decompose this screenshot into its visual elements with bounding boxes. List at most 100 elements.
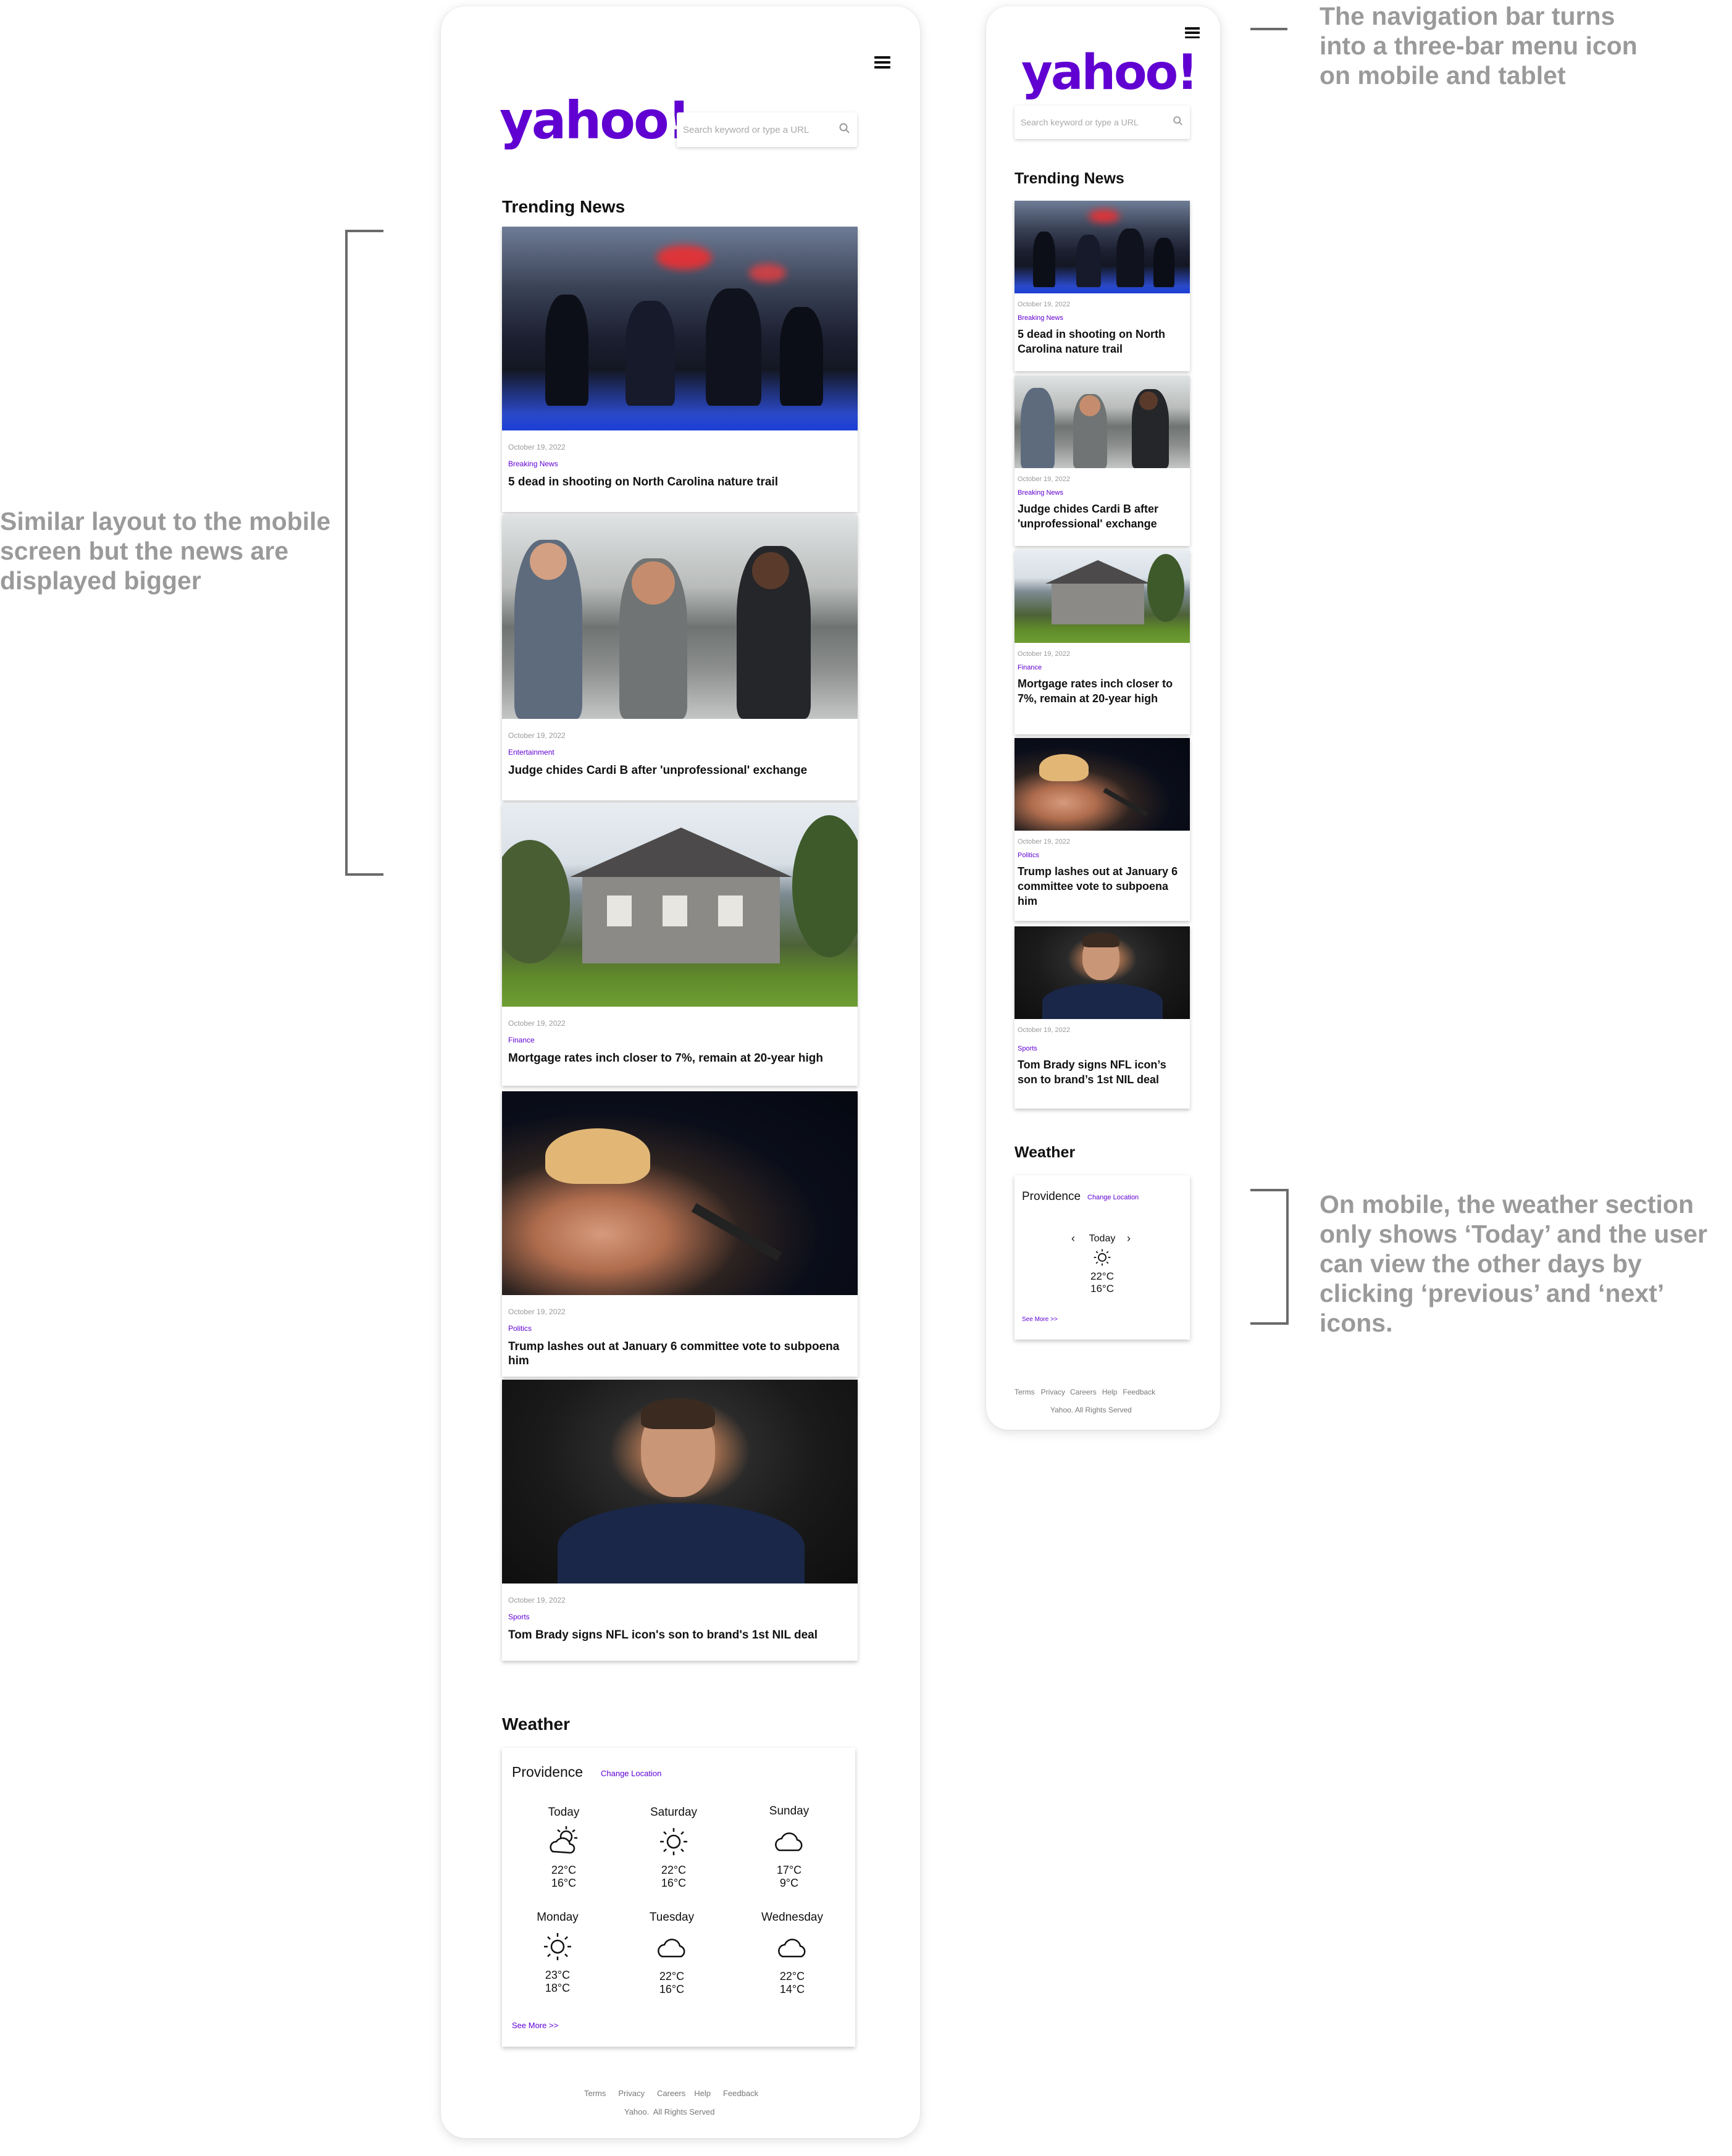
annotation-bracket-left xyxy=(345,230,383,876)
weather-day-wednesday: Wednesday 22°C 14°C xyxy=(749,1911,835,1996)
change-location-link[interactable]: Change Location xyxy=(601,1769,661,1778)
temp-low: 9°C xyxy=(779,1877,799,1889)
article-date: October 19, 2022 xyxy=(508,731,566,740)
chevron-left-icon[interactable]: ‹ xyxy=(1071,1232,1075,1245)
footer-link-terms[interactable]: Terms xyxy=(584,2089,606,2098)
article-headline[interactable]: Tom Brady signs NFL icon's son to brand'… xyxy=(508,1628,851,1642)
day-name: Sunday xyxy=(769,1805,810,1818)
news-card[interactable]: October 19, 2022 Finance Mortgage rates … xyxy=(1015,550,1190,734)
news-card[interactable]: October 19, 2022 Politics Trump lashes o… xyxy=(502,1091,858,1377)
temp-low: 14°C xyxy=(779,1983,805,1995)
article-headline[interactable]: Mortgage rates inch closer to 7%, remain… xyxy=(1018,676,1187,706)
temp-high: 22°C xyxy=(551,1864,577,1876)
article-headline[interactable]: 5 dead in shooting on North Carolina nat… xyxy=(508,475,851,489)
article-category[interactable]: Entertainment xyxy=(508,748,858,757)
news-image xyxy=(502,1091,858,1295)
footer-links: Terms Privacy Careers Help Feedback xyxy=(584,2089,758,2098)
article-headline[interactable]: Trump lashes out at January 6 committee … xyxy=(508,1340,851,1368)
article-category[interactable]: Sports xyxy=(1018,1045,1190,1052)
weather-city: Providence xyxy=(1022,1190,1081,1203)
hamburger-menu-icon[interactable] xyxy=(874,56,890,69)
day-name: Wednesday xyxy=(761,1911,823,1924)
cloud-icon xyxy=(775,1832,803,1852)
news-image xyxy=(502,227,858,430)
article-headline[interactable]: Judge chides Cardi B after 'unprofession… xyxy=(1018,501,1187,531)
temp-low: 16°C xyxy=(659,1983,685,1995)
temp-low: 18°C xyxy=(545,1982,571,1994)
article-category[interactable]: Breaking News xyxy=(1018,489,1190,497)
footer-link-help[interactable]: Help xyxy=(694,2089,711,2098)
search-icon[interactable] xyxy=(1173,115,1184,130)
tablet-frame: yahoo! Trending News October 19, 2022 Br… xyxy=(441,6,920,2138)
article-headline[interactable]: Trump lashes out at January 6 committee … xyxy=(1018,864,1187,908)
footer-link-terms[interactable]: Terms xyxy=(1015,1388,1035,1396)
day-name: Today xyxy=(1089,1233,1116,1244)
article-headline[interactable]: Mortgage rates inch closer to 7%, remain… xyxy=(508,1051,851,1065)
article-date: October 19, 2022 xyxy=(1018,476,1071,483)
weather-day-tuesday: Tuesday 22°C 16°C xyxy=(635,1911,709,1996)
footer-link-privacy[interactable]: Privacy xyxy=(1041,1388,1065,1396)
temp-low: 16°C xyxy=(661,1877,687,1889)
search-icon[interactable] xyxy=(839,122,851,138)
news-card[interactable]: October 19, 2022 Politics Trump lashes o… xyxy=(1015,738,1190,921)
article-date: October 19, 2022 xyxy=(1018,650,1071,658)
weather-day-saturday: Saturday 22°C 16°C xyxy=(637,1806,711,1890)
news-card[interactable]: October 19, 2022 Entertainment Judge chi… xyxy=(502,515,858,800)
article-category[interactable]: Politics xyxy=(1018,852,1190,859)
temp-high: 22°C xyxy=(659,1970,685,1982)
article-category[interactable]: Sports xyxy=(508,1613,858,1621)
article-date: October 19, 2022 xyxy=(508,1596,566,1604)
yahoo-logo[interactable]: yahoo! xyxy=(500,93,691,148)
news-card[interactable]: October 19, 2022 Sports Tom Brady signs … xyxy=(1015,926,1190,1109)
sun-icon xyxy=(544,1933,571,1960)
temp-high: 17°C xyxy=(776,1864,802,1876)
hamburger-menu-icon[interactable] xyxy=(1185,27,1200,38)
yahoo-logo[interactable]: yahoo! xyxy=(1021,47,1199,99)
news-card[interactable]: October 19, 2022 Breaking News Judge chi… xyxy=(1015,375,1190,546)
annotation-nav-note: The navigation bar turns into a three-ba… xyxy=(1320,2,1638,90)
article-date: October 19, 2022 xyxy=(508,443,566,451)
footer-link-privacy[interactable]: Privacy xyxy=(618,2089,645,2098)
search-input[interactable] xyxy=(683,124,839,135)
partly-sunny-icon xyxy=(550,1826,577,1854)
weather-card: Providence Change Location ‹ Today 22°C … xyxy=(1015,1175,1190,1340)
footer-link-help[interactable]: Help xyxy=(1102,1388,1118,1396)
article-category[interactable]: Breaking News xyxy=(1018,314,1190,322)
article-date: October 19, 2022 xyxy=(508,1019,566,1028)
weather-title: Weather xyxy=(502,1714,570,1734)
footer-link-careers[interactable]: Careers xyxy=(657,2089,685,2098)
news-card[interactable]: October 19, 2022 Breaking News 5 dead in… xyxy=(1015,201,1190,371)
article-category[interactable]: Politics xyxy=(508,1324,858,1333)
article-category[interactable]: Finance xyxy=(1018,664,1190,671)
see-more-link[interactable]: See More >> xyxy=(1022,1316,1058,1323)
weather-card: Providence Change Location Today 22°C 16… xyxy=(502,1748,855,2047)
news-image xyxy=(502,515,858,719)
footer-link-feedback[interactable]: Feedback xyxy=(1123,1388,1155,1396)
temp-low: 16°C xyxy=(1090,1283,1114,1294)
news-image xyxy=(1015,738,1190,831)
article-headline[interactable]: Tom Brady signs NFL icon’s son to brand’… xyxy=(1018,1057,1187,1087)
temp-low: 16°C xyxy=(551,1877,577,1889)
news-card[interactable]: October 19, 2022 Finance Mortgage rates … xyxy=(502,803,858,1086)
article-category[interactable]: Finance xyxy=(508,1036,858,1044)
annotation-dash-nav xyxy=(1250,28,1287,30)
day-name: Today xyxy=(548,1806,580,1819)
see-more-link[interactable]: See More >> xyxy=(512,2021,558,2030)
search-input[interactable] xyxy=(1021,117,1173,127)
annotation-weather-note: On mobile, the weather section only show… xyxy=(1320,1190,1708,1337)
news-card[interactable]: October 19, 2022 Breaking News 5 dead in… xyxy=(502,227,858,512)
article-headline[interactable]: 5 dead in shooting on North Carolina nat… xyxy=(1018,327,1187,356)
trending-news-title: Trending News xyxy=(502,197,625,216)
sun-icon xyxy=(1094,1249,1111,1266)
article-headline[interactable]: Judge chides Cardi B after 'unprofession… xyxy=(508,763,851,778)
weather-day-sunday: Sunday 17°C 9°C xyxy=(752,1805,826,1890)
change-location-link[interactable]: Change Location xyxy=(1087,1194,1139,1201)
footer-link-careers[interactable]: Careers xyxy=(1070,1388,1097,1396)
news-card[interactable]: October 19, 2022 Sports Tom Brady signs … xyxy=(502,1380,858,1661)
weather-day-today: Today 22°C 16°C xyxy=(1077,1233,1127,1295)
article-category[interactable]: Breaking News xyxy=(508,459,858,468)
annotation-bracket-right xyxy=(1250,1189,1289,1325)
chevron-right-icon[interactable]: › xyxy=(1127,1232,1131,1245)
news-image xyxy=(1015,550,1190,643)
footer-link-feedback[interactable]: Feedback xyxy=(723,2089,758,2098)
